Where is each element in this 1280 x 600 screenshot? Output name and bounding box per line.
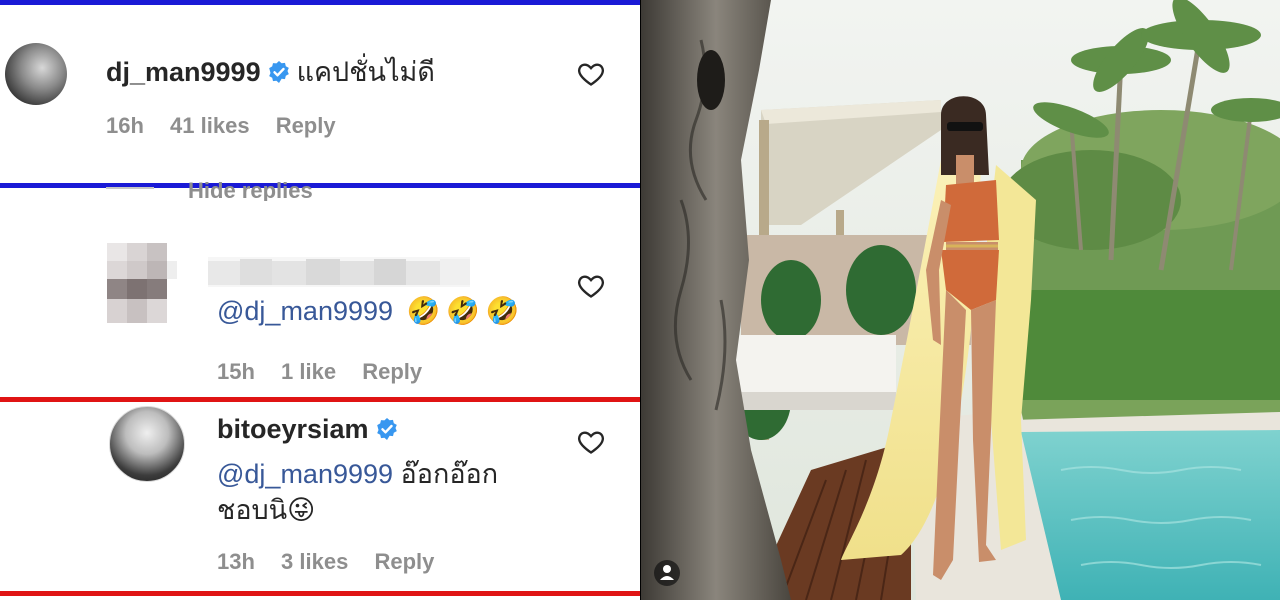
likes-count[interactable]: 41 likes (170, 113, 250, 138)
comment-2-text: @dj_man9999 🤣🤣🤣 (217, 295, 525, 327)
winking-emoji: 😜 (287, 495, 316, 525)
comment-3-meta: 13h 3 likes Reply (217, 549, 454, 575)
comment-1: dj_man9999 แคปชั่นไม่ดี 16h 41 likes Repl… (0, 0, 640, 185)
avatar[interactable] (5, 43, 67, 105)
comment-3: bitoeyrsiam @dj_man9999 อ๊อกอ๊อก ชอบนิ😜 … (0, 402, 640, 592)
comment-1-meta: 16h 41 likes Reply (106, 113, 356, 139)
bottom-red-border (0, 591, 640, 596)
heart-icon[interactable] (577, 272, 605, 300)
avatar[interactable] (109, 406, 185, 482)
comment-text-2: ชอบนิ (217, 495, 288, 525)
heart-icon[interactable] (577, 60, 605, 88)
verified-badge-icon (268, 61, 289, 83)
timestamp: 15h (217, 359, 255, 384)
comments-panel: dj_man9999 แคปชั่นไม่ดี 16h 41 likes Repl… (0, 0, 640, 600)
resort-photo-illustration (641, 0, 1280, 600)
comment-text: แคปชั่นไม่ดี (296, 57, 435, 87)
reply-button[interactable]: Reply (362, 359, 422, 384)
comment-2: @dj_man9999 🤣🤣🤣 15h 1 like Reply (0, 189, 640, 397)
mention-link[interactable]: @dj_man9999 (217, 296, 393, 326)
laughing-emoji: 🤣🤣🤣 (406, 296, 526, 326)
blurred-avatar[interactable] (107, 243, 187, 323)
reply-button[interactable]: Reply (374, 549, 434, 574)
comment-3-text-line2: ชอบนิ😜 (217, 488, 315, 531)
comment-2-meta: 15h 1 like Reply (217, 359, 442, 385)
mention-link[interactable]: @dj_man9999 (217, 459, 393, 489)
timestamp: 16h (106, 113, 144, 138)
likes-count[interactable]: 3 likes (281, 549, 348, 574)
comment-text: อ๊อกอ๊อก (400, 459, 499, 489)
likes-count[interactable]: 1 like (281, 359, 336, 384)
reply-button[interactable]: Reply (276, 113, 336, 138)
blurred-username[interactable] (208, 257, 470, 287)
comment-1-username-row: dj_man9999 แคปชั่นไม่ดี (106, 50, 435, 93)
post-photo (641, 0, 1280, 600)
comment-3-username-row: bitoeyrsiam (217, 414, 405, 445)
username[interactable]: bitoeyrsiam (217, 414, 369, 444)
timestamp: 13h (217, 549, 255, 574)
heart-icon[interactable] (577, 428, 605, 456)
verified-badge-icon (376, 418, 397, 440)
tagged-user-icon[interactable] (654, 560, 680, 586)
username[interactable]: dj_man9999 (106, 57, 261, 87)
blue-divider (0, 183, 640, 188)
